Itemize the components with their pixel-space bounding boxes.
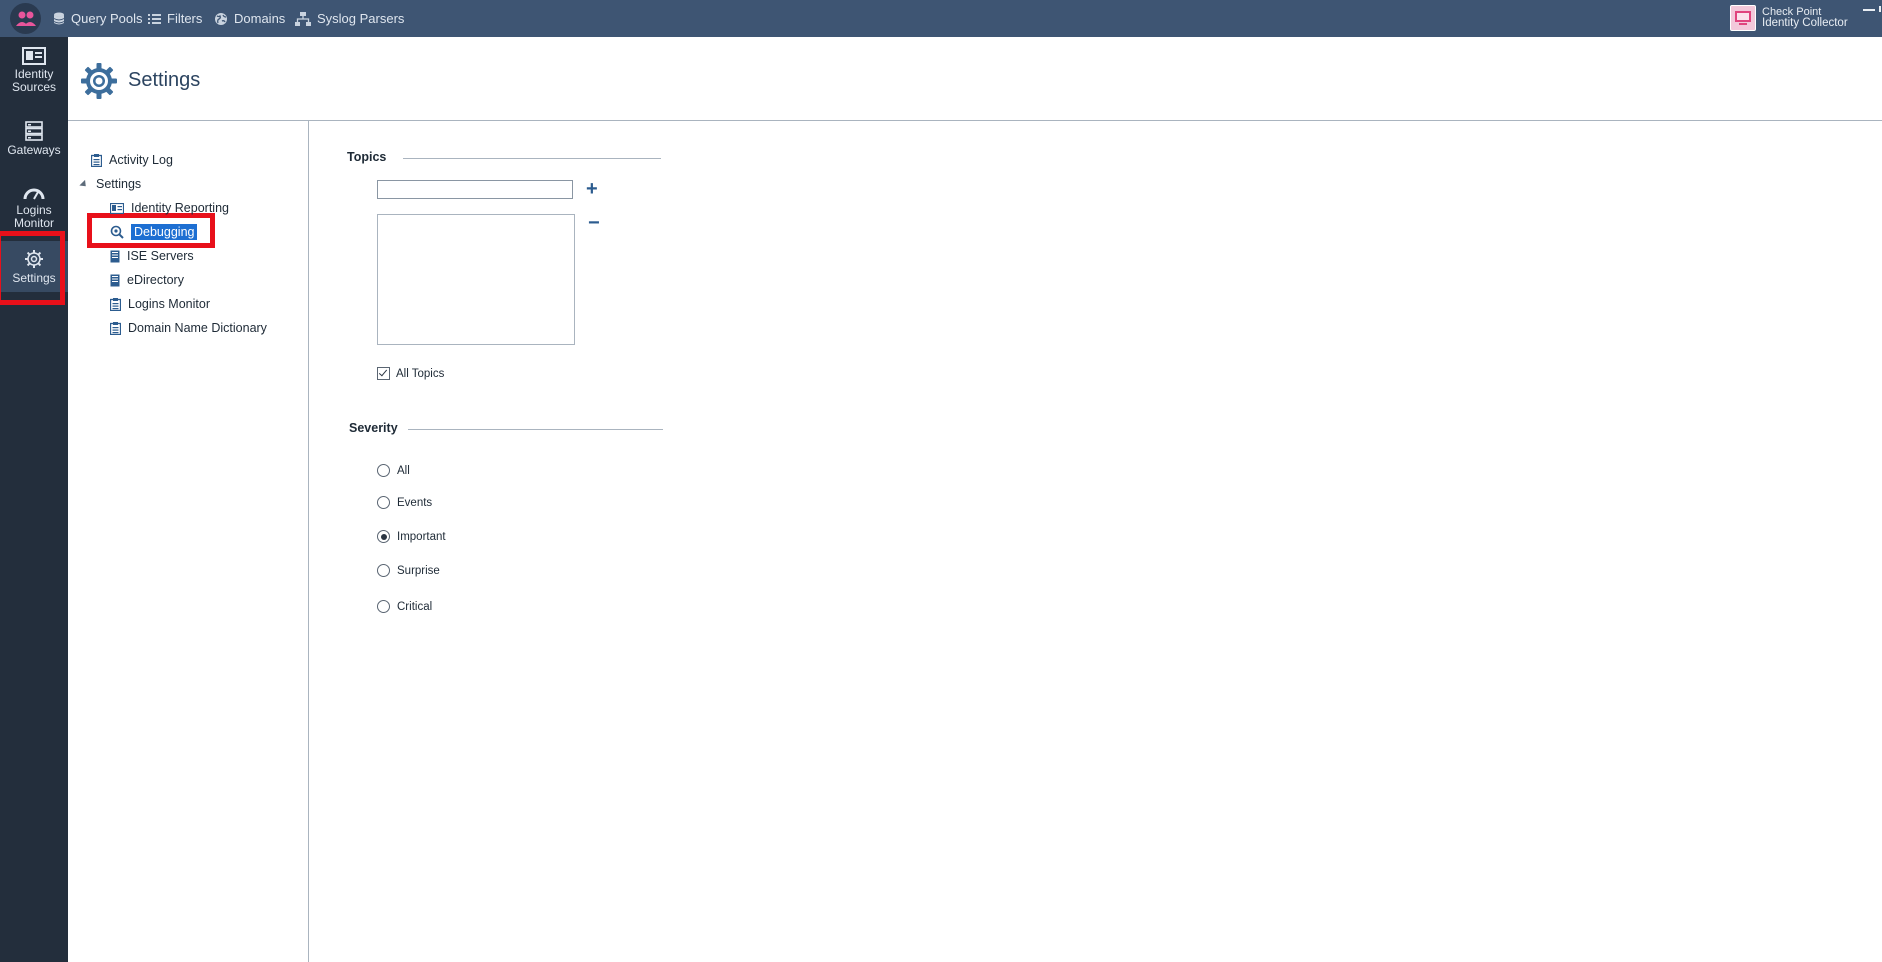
filters-button[interactable]: Filters bbox=[148, 0, 202, 37]
syslog-parsers-label: Syslog Parsers bbox=[317, 11, 405, 26]
all-topics-label: All Topics bbox=[396, 367, 445, 380]
users-app-icon[interactable] bbox=[10, 3, 41, 34]
severity-option-critical[interactable]: Critical bbox=[377, 600, 432, 613]
server-rack-icon bbox=[25, 121, 43, 141]
radio-label: All bbox=[397, 464, 410, 477]
magnifier-bug-icon bbox=[110, 225, 124, 239]
tree-item-label: Domain Name Dictionary bbox=[128, 321, 267, 335]
id-card-icon bbox=[110, 202, 124, 214]
brand-logo: Check Point Identity Collector bbox=[1730, 3, 1848, 33]
severity-divider bbox=[408, 429, 663, 430]
remove-topic-button[interactable]: − bbox=[588, 213, 600, 233]
checkbox-checked-icon[interactable] bbox=[377, 367, 390, 380]
radio-icon[interactable] bbox=[377, 600, 390, 613]
minimize-button[interactable] bbox=[1863, 9, 1875, 11]
radio-icon[interactable] bbox=[377, 564, 390, 577]
database-icon bbox=[53, 12, 65, 24]
nav-label: Sources bbox=[11, 80, 57, 94]
server-icon bbox=[110, 274, 120, 286]
nav-label: Monitor bbox=[13, 216, 54, 230]
radio-icon[interactable] bbox=[377, 464, 390, 477]
topic-input[interactable] bbox=[377, 180, 573, 199]
all-topics-checkbox[interactable]: All Topics bbox=[377, 367, 444, 380]
query-pools-button[interactable]: Query Pools bbox=[53, 0, 143, 37]
left-navigation: Identity Sources Gateways Logins Monitor bbox=[0, 37, 68, 962]
domains-button[interactable]: Domains bbox=[214, 0, 285, 37]
radio-label: Important bbox=[397, 530, 446, 543]
nav-logins-monitor[interactable]: Logins Monitor bbox=[0, 185, 68, 230]
checkpoint-logo-icon bbox=[1730, 5, 1756, 31]
settings-gear-icon bbox=[81, 63, 117, 99]
radio-selected-icon[interactable] bbox=[377, 530, 390, 543]
tree-item-label: eDirectory bbox=[127, 273, 184, 287]
brand-product: Identity Collector bbox=[1762, 17, 1848, 29]
tree-item-label: Debugging bbox=[131, 224, 198, 240]
top-toolbar: Query Pools Filters Domains Syslog Parse… bbox=[0, 0, 1882, 37]
tree-item-logins-monitor[interactable]: Logins Monitor bbox=[110, 294, 210, 314]
gauge-icon bbox=[23, 188, 45, 200]
tree-item-settings[interactable]: Settings bbox=[79, 174, 142, 194]
nav-settings[interactable]: Settings bbox=[0, 241, 68, 292]
gear-icon bbox=[25, 249, 43, 268]
collapse-arrow-icon[interactable] bbox=[79, 179, 89, 189]
tree-item-identity-reporting[interactable]: Identity Reporting bbox=[110, 198, 229, 218]
syslog-parsers-button[interactable]: Syslog Parsers bbox=[295, 0, 404, 37]
radio-label: Critical bbox=[397, 600, 433, 613]
topics-group-title: Topics bbox=[347, 150, 387, 164]
tree-item-label: Identity Reporting bbox=[131, 201, 229, 215]
list-icon bbox=[148, 13, 161, 24]
tree-item-ise-servers[interactable]: ISE Servers bbox=[110, 246, 194, 266]
radio-label: Surprise bbox=[397, 564, 440, 577]
radio-icon[interactable] bbox=[377, 496, 390, 509]
topics-list[interactable] bbox=[377, 214, 575, 345]
domains-label: Domains bbox=[234, 11, 286, 26]
id-card-icon bbox=[22, 47, 46, 65]
add-topic-button[interactable]: + bbox=[586, 179, 598, 199]
globe-icon bbox=[215, 12, 227, 25]
network-icon bbox=[295, 11, 311, 26]
tree-item-debugging[interactable]: Debugging bbox=[110, 222, 198, 242]
nav-label: Settings bbox=[12, 270, 56, 285]
clipboard-icon bbox=[110, 321, 121, 335]
clipboard-icon bbox=[110, 297, 121, 311]
tree-item-label: Activity Log bbox=[109, 153, 173, 167]
clipboard-icon bbox=[91, 153, 102, 167]
query-pools-label: Query Pools bbox=[71, 11, 143, 26]
severity-option-all[interactable]: All bbox=[377, 464, 410, 477]
tree-item-label: ISE Servers bbox=[127, 249, 194, 263]
tree-item-edirectory[interactable]: eDirectory bbox=[110, 270, 184, 290]
server-icon bbox=[110, 250, 120, 262]
filters-label: Filters bbox=[167, 11, 203, 26]
severity-group-title: Severity bbox=[349, 421, 398, 435]
severity-option-important[interactable]: Important bbox=[377, 530, 446, 543]
tree-item-label: Logins Monitor bbox=[128, 297, 210, 311]
tree-item-label: Settings bbox=[96, 177, 142, 191]
settings-tree: Activity Log Settings Identity Reporting… bbox=[68, 121, 309, 962]
nav-identity-sources[interactable]: Identity Sources bbox=[0, 47, 68, 94]
page-title: Settings bbox=[128, 69, 201, 91]
severity-option-surprise[interactable]: Surprise bbox=[377, 564, 440, 577]
page-header: Settings bbox=[68, 37, 1882, 121]
tree-item-domain-name-dictionary[interactable]: Domain Name Dictionary bbox=[110, 318, 267, 338]
nav-gateways[interactable]: Gateways bbox=[0, 121, 68, 157]
topics-divider bbox=[403, 158, 661, 159]
tree-item-activity-log[interactable]: Activity Log bbox=[91, 150, 173, 170]
severity-option-events[interactable]: Events bbox=[377, 496, 432, 509]
nav-label: Gateways bbox=[7, 143, 61, 157]
radio-label: Events bbox=[397, 496, 433, 509]
